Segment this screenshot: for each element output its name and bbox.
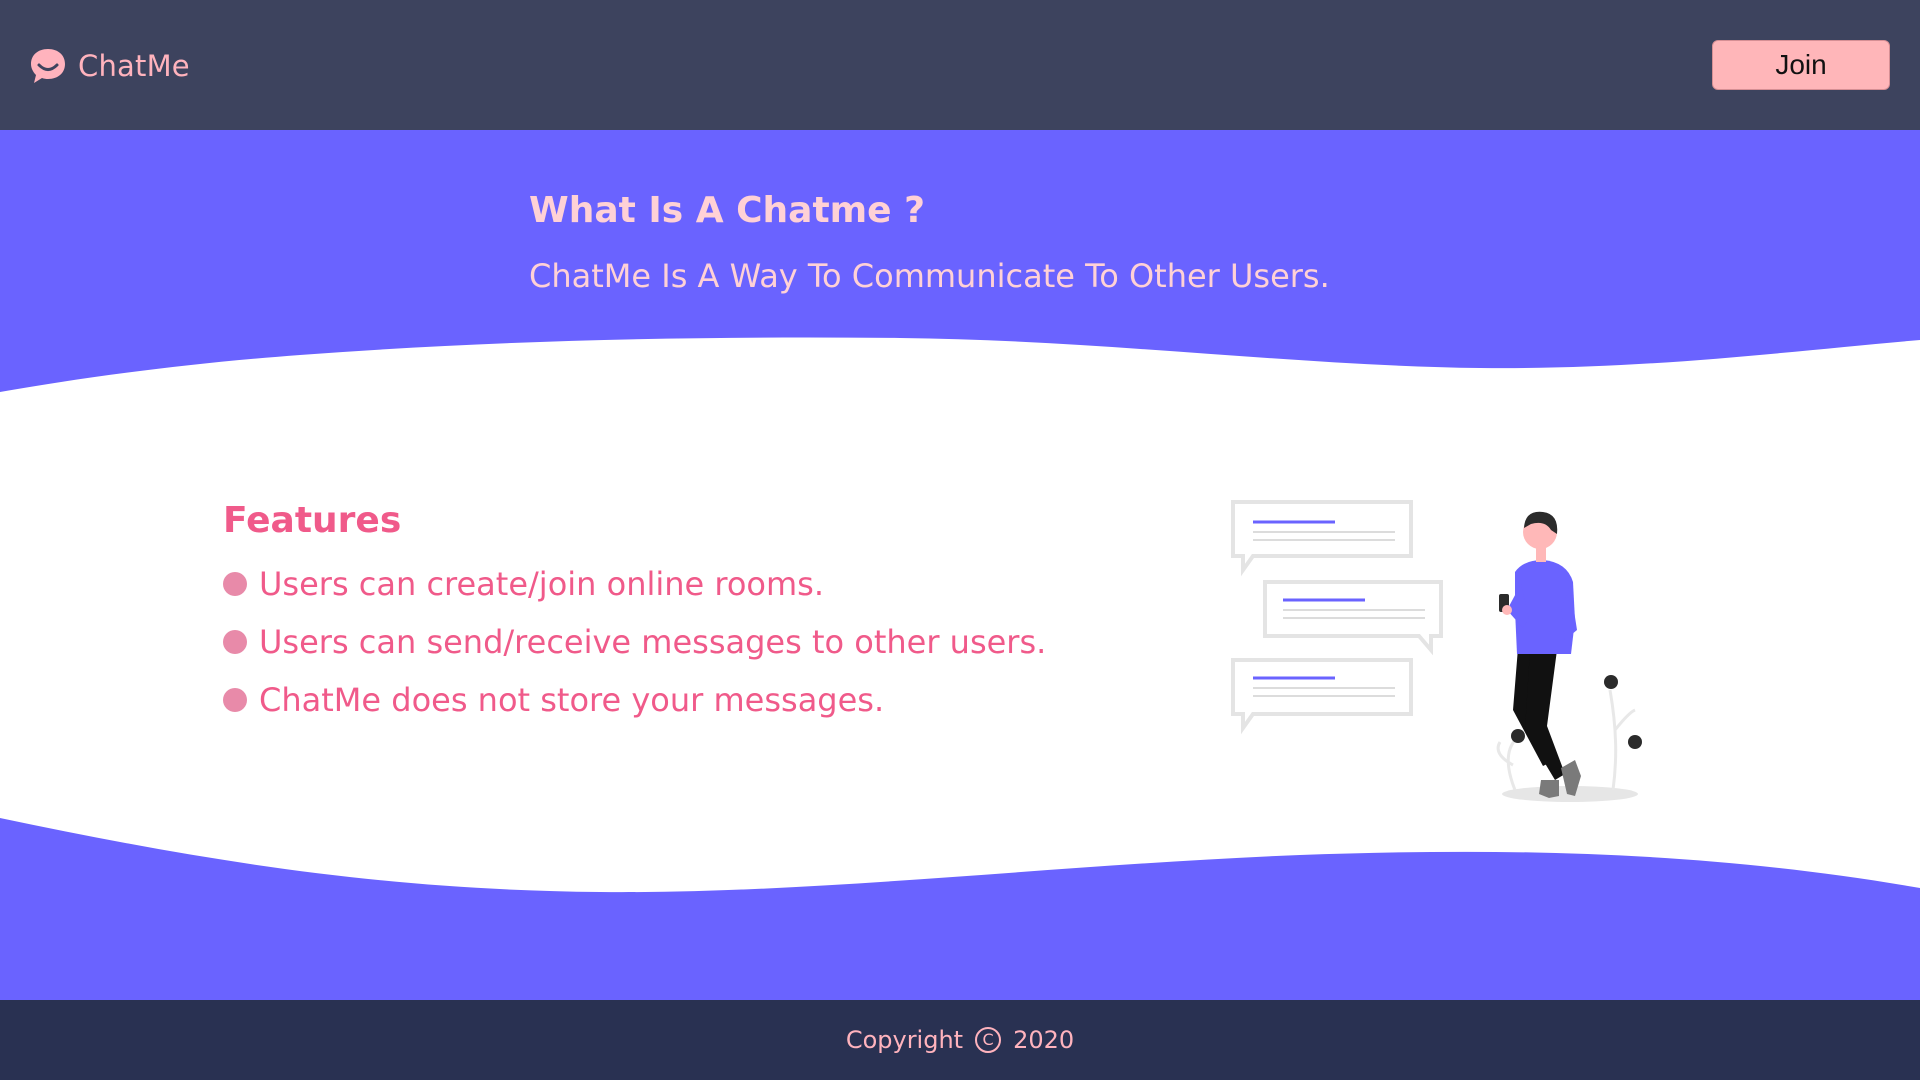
copyright-year: 2020 [1013, 1026, 1075, 1054]
footer: Copyright C 2020 [0, 1000, 1920, 1080]
person-texting-chat-bubbles-illustration [1231, 500, 1642, 802]
feature-text: Users can create/join online rooms. [259, 565, 825, 603]
chat-bubble-icon [1231, 500, 1413, 577]
bottom-wave-background [0, 818, 1920, 1000]
feature-item: ChatMe does not store your messages. [223, 671, 1046, 729]
copyright-icon: C [975, 1027, 1002, 1053]
features-title: Features [223, 500, 402, 541]
brand-name: ChatMe [78, 49, 190, 83]
feature-text: Users can send/receive messages to other… [259, 623, 1047, 661]
chat-bubble-smile-icon [31, 49, 65, 83]
navbar: ChatMe Join [0, 0, 1920, 130]
copyright-line: Copyright C 2020 [846, 1026, 1074, 1054]
bullet-icon [223, 630, 247, 654]
features-section: Features Users can create/join online ro… [223, 500, 1046, 729]
feature-item: Users can send/receive messages to other… [223, 613, 1046, 671]
feature-item: Users can create/join online rooms. [223, 555, 1046, 613]
feature-text: ChatMe does not store your messages. [259, 681, 885, 719]
brand-logo[interactable]: ChatMe [28, 46, 190, 86]
bullet-icon [223, 688, 247, 712]
chat-bubble-icon [1231, 658, 1413, 735]
hero-section: What Is A Chatme ? ChatMe Is A Way To Co… [0, 130, 1920, 400]
hero-title: What Is A Chatme ? [529, 190, 926, 231]
join-button[interactable]: Join [1712, 40, 1890, 90]
copyright-label: Copyright [845, 1026, 964, 1054]
hero-subtitle: ChatMe Is A Way To Communicate To Other … [529, 257, 1330, 295]
chat-bubble-icon [1263, 580, 1443, 656]
bullet-icon [223, 572, 247, 596]
